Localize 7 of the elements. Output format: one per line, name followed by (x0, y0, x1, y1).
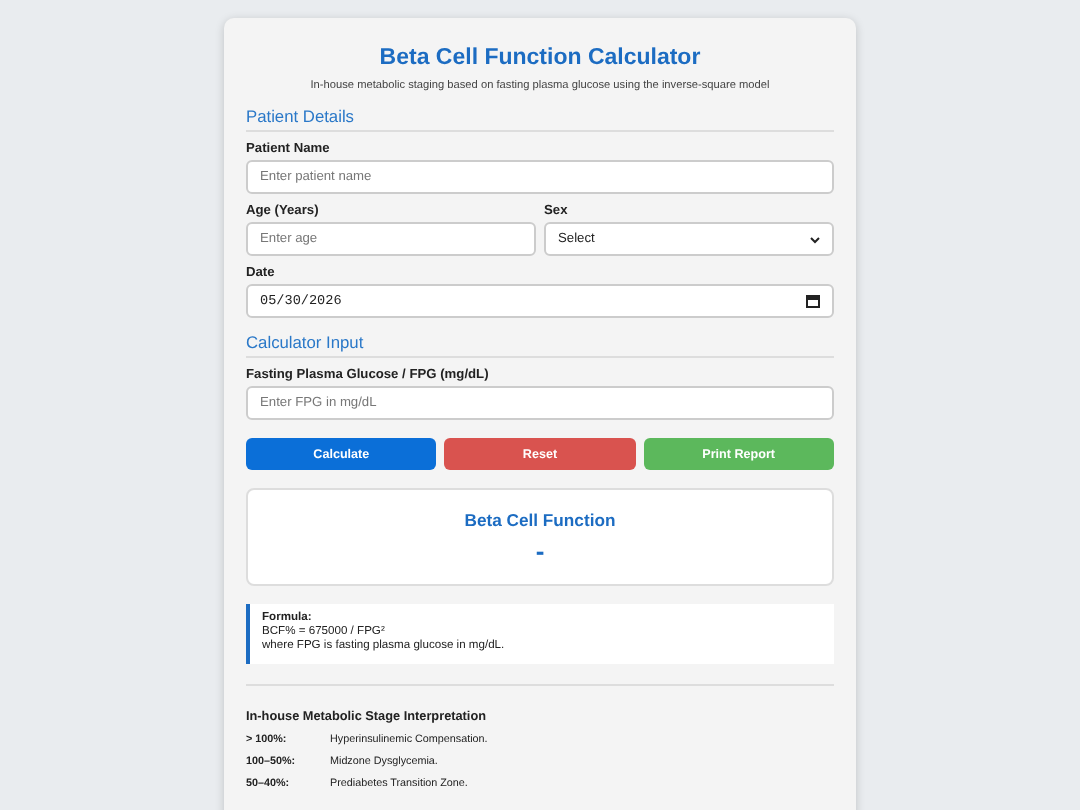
section-heading: Patient Details (246, 106, 834, 132)
chevron-down-icon (810, 235, 820, 243)
result-value: - (535, 538, 545, 564)
page-title: Beta Cell Function Calculator (377, 44, 703, 70)
section-heading: Calculator Input (246, 332, 834, 358)
result-title: Beta Cell Function (464, 510, 616, 530)
calendar-icon[interactable] (806, 294, 820, 308)
